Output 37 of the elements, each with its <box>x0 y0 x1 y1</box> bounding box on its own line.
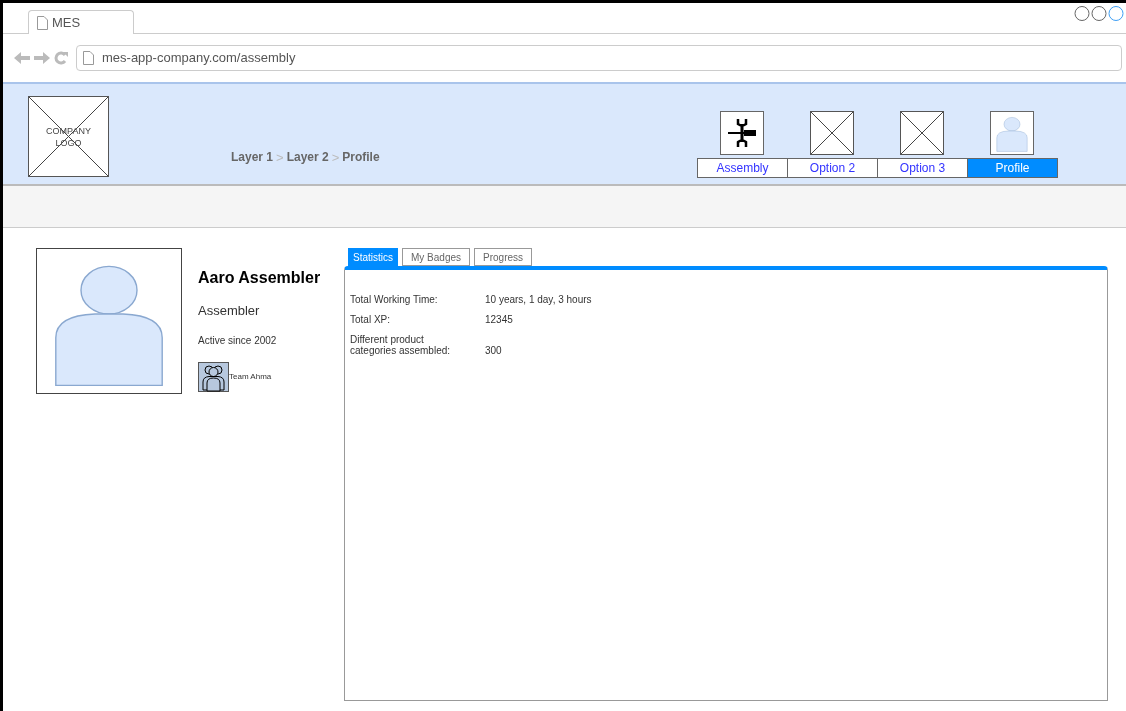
stat-value: 10 years, 1 day, 3 hours <box>485 294 592 305</box>
breadcrumb-link[interactable]: Layer 1 <box>231 148 274 167</box>
breadcrumb-link[interactable]: Layer 2 <box>286 148 329 167</box>
content-tab[interactable]: Progress <box>474 248 533 266</box>
person-icon[interactable] <box>990 111 1034 155</box>
breadcrumb-separator: > <box>276 148 284 167</box>
stat-label: Total XP: <box>350 314 392 325</box>
content-tab[interactable]: My Badges <box>402 248 471 266</box>
browser-tab[interactable]: MES <box>28 10 134 34</box>
stat-label: Different product categories assembled: <box>350 334 452 356</box>
nav-tab[interactable]: Assembly <box>697 158 788 178</box>
nav-tab[interactable]: Option 2 <box>787 158 878 178</box>
forward-icon[interactable] <box>34 52 50 64</box>
page-icon <box>83 51 94 65</box>
image-placeholder-icon <box>901 112 943 154</box>
active-since-text: Active since 2002 <box>198 333 278 348</box>
page-icon <box>37 15 48 30</box>
back-icon[interactable] <box>14 52 30 64</box>
reload-icon[interactable] <box>54 51 68 65</box>
tab-title: MES <box>52 13 81 32</box>
nav-tab[interactable]: Option 3 <box>877 158 968 178</box>
profile-role: Assembler <box>198 302 261 320</box>
window-controls-icon <box>1074 5 1124 22</box>
breadcrumb-separator: > <box>331 148 340 167</box>
stat-value: 300 <box>485 345 502 356</box>
nav-tab[interactable]: Profile <box>967 158 1058 178</box>
content-tab[interactable]: Statistics <box>348 248 398 266</box>
url-text: mes-app-company.com/assembly <box>102 49 296 68</box>
profile-name: Aaro Assembler <box>198 268 322 288</box>
tools-icon[interactable] <box>720 111 764 155</box>
breadcrumb-link[interactable]: Profile <box>342 148 380 167</box>
team-name: Team Ahma <box>229 370 272 383</box>
team-icon <box>198 361 229 392</box>
stat-value: 12345 <box>485 314 513 325</box>
stat-label: Total Working Time: <box>350 294 439 305</box>
address-bar[interactable]: mes-app-company.com/assembly <box>76 45 1122 71</box>
image-placeholder-icon <box>811 112 853 154</box>
